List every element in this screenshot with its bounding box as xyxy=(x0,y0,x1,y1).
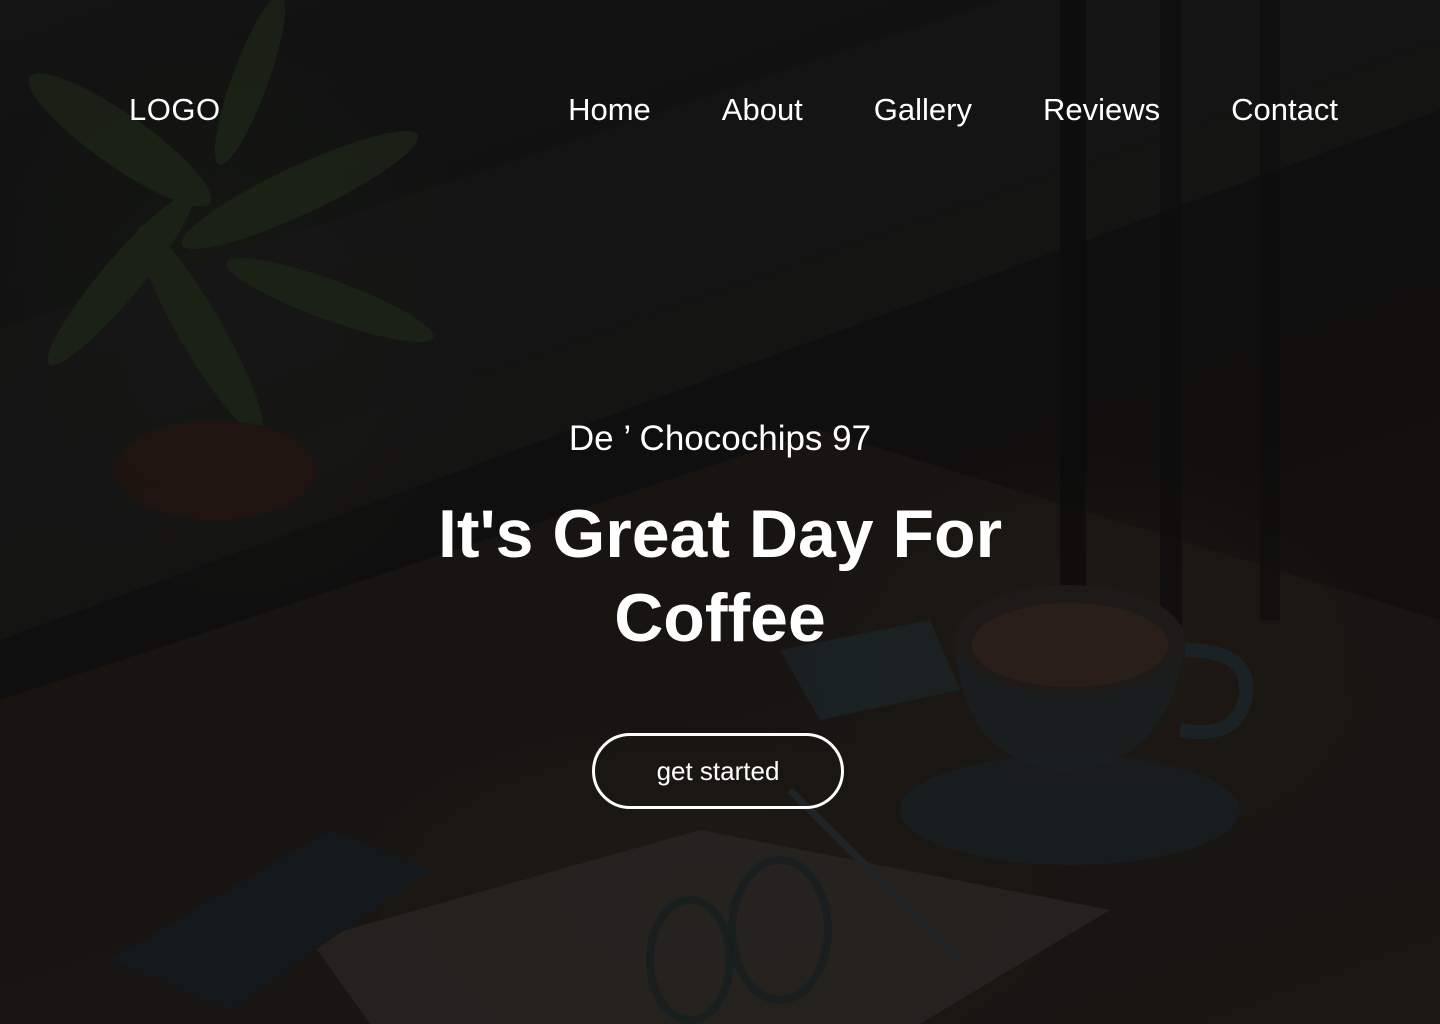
nav-link-about[interactable]: About xyxy=(722,92,803,128)
nav-item-about: About xyxy=(722,92,803,128)
nav-link-contact[interactable]: Contact xyxy=(1231,92,1338,128)
nav-item-gallery: Gallery xyxy=(874,92,972,128)
nav-item-home: Home xyxy=(568,92,651,128)
nav-item-reviews: Reviews xyxy=(1043,92,1160,128)
get-started-button[interactable]: get started xyxy=(592,733,844,809)
brand-name: De ’ Chocochips 97 xyxy=(568,419,872,458)
nav-link-home[interactable]: Home xyxy=(568,92,651,128)
headline-line-1: It's Great Day For xyxy=(437,496,1003,572)
nav-link-gallery[interactable]: Gallery xyxy=(874,92,972,128)
main-nav: Home About Gallery Reviews Contact xyxy=(568,92,1338,128)
hero-headline: It's Great Day For Coffee xyxy=(420,492,1020,660)
nav-item-contact: Contact xyxy=(1231,92,1338,128)
hero-section: LOGO Home About Gallery Reviews Contact … xyxy=(0,0,1440,1024)
logo[interactable]: LOGO xyxy=(129,92,221,128)
nav-link-reviews[interactable]: Reviews xyxy=(1043,92,1160,128)
headline-line-2: Coffee xyxy=(614,580,826,656)
